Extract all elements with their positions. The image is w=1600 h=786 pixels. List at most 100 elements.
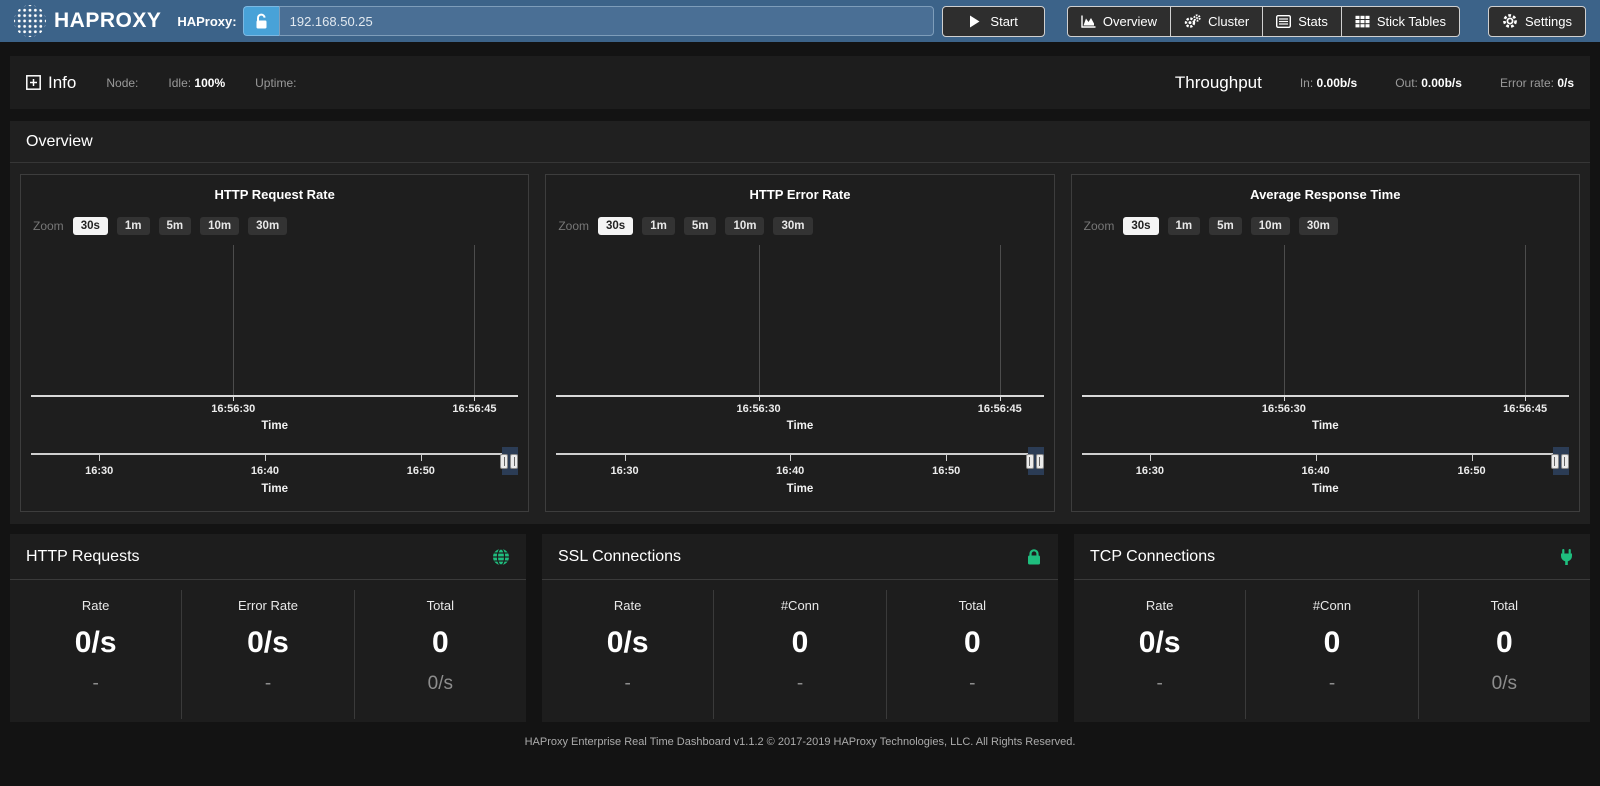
stat-column: Rate 0/s - xyxy=(10,590,181,719)
stat-column: Total 0 0/s xyxy=(1418,590,1590,719)
stat-value: 0 xyxy=(714,626,885,660)
gridline xyxy=(474,245,475,395)
chart-title: HTTP Request Rate xyxy=(21,187,528,202)
x-axis-labels: 16:56:30 16:56:45 xyxy=(1082,403,1569,416)
zoom-button-5m[interactable]: 5m xyxy=(1209,217,1242,235)
navigator-tick-label: 16:40 xyxy=(776,465,804,477)
stat-value: 0 xyxy=(355,626,526,660)
zoom-controls: Zoom 30s 1m 5m 10m 30m xyxy=(1084,217,1579,235)
stat-column: Total 0 0/s xyxy=(354,590,526,719)
navigator-axis-line xyxy=(31,453,518,455)
stat-value: 0 xyxy=(887,626,1058,660)
zoom-label: Zoom xyxy=(558,219,589,233)
card-header: HTTP Requests xyxy=(10,534,526,580)
start-button-label: Start xyxy=(990,14,1017,29)
stat-column: Error Rate 0/s - xyxy=(181,590,353,719)
zoom-button-10m[interactable]: 10m xyxy=(725,217,764,235)
plug-icon xyxy=(1559,549,1574,566)
axis-tick xyxy=(1000,395,1001,401)
navigator-left-handle[interactable] xyxy=(500,454,508,469)
navigator-tick xyxy=(99,455,100,461)
card-tcp-connections: TCP Connections Rate 0/s - #Conn 0 - Tot… xyxy=(1074,534,1590,722)
nav-button-cluster[interactable]: Cluster xyxy=(1171,6,1263,37)
nav-button-stick-tables[interactable]: Stick Tables xyxy=(1342,6,1460,37)
zoom-button-30s[interactable]: 30s xyxy=(73,217,108,235)
zoom-button-5m[interactable]: 5m xyxy=(159,217,192,235)
globe-icon xyxy=(492,548,510,566)
gridline xyxy=(1000,245,1001,395)
navigator-axis-title: Time xyxy=(31,483,518,495)
navigator-tick-label: 16:50 xyxy=(407,465,435,477)
zoom-button-10m[interactable]: 10m xyxy=(200,217,239,235)
nav-button-cluster-label: Cluster xyxy=(1208,14,1249,29)
card-title: HTTP Requests xyxy=(26,548,140,566)
stat-sub-value: 0/s xyxy=(355,673,526,695)
info-title: Info xyxy=(48,73,76,93)
navigator-tick-label: 16:40 xyxy=(251,465,279,477)
play-icon xyxy=(969,15,980,28)
navigator-left-handle[interactable] xyxy=(1551,454,1559,469)
chart-title: Average Response Time xyxy=(1072,187,1579,202)
stat-value: 0 xyxy=(1419,626,1590,660)
gridline xyxy=(1525,245,1526,395)
throughput-out: Out: 0.00b/s xyxy=(1395,76,1462,90)
axis-tick xyxy=(759,395,760,401)
address-label: HAProxy: xyxy=(177,14,236,29)
nav-button-group: Overview Cluster Stats Stick Tables xyxy=(1067,6,1460,37)
stat-value: 0 xyxy=(1246,626,1417,660)
throughput-title: Throughput xyxy=(1175,73,1262,93)
expand-info-button[interactable]: Info xyxy=(26,73,76,93)
address-input[interactable] xyxy=(279,6,935,36)
top-navbar: HAPROXY HAProxy: Start Overview Cluster xyxy=(0,0,1600,42)
navigator-right-handle[interactable] xyxy=(1036,454,1044,469)
stat-column: #Conn 0 - xyxy=(1245,590,1417,719)
navigator-axis-title: Time xyxy=(1082,483,1569,495)
zoom-button-5m[interactable]: 5m xyxy=(684,217,717,235)
stat-sub-value: - xyxy=(1074,673,1245,695)
x-axis-tick-label: 16:56:45 xyxy=(978,403,1022,415)
gear-icon xyxy=(1502,13,1518,29)
zoom-button-30m[interactable]: 30m xyxy=(773,217,812,235)
lock-icon xyxy=(1026,548,1042,566)
navigator-right-handle[interactable] xyxy=(510,454,518,469)
chart-navigator: 16:30 16:40 16:50 Time xyxy=(31,447,518,499)
zoom-button-1m[interactable]: 1m xyxy=(642,217,675,235)
settings-button[interactable]: Settings xyxy=(1488,6,1586,37)
lock-button[interactable] xyxy=(243,6,279,36)
nav-button-overview[interactable]: Overview xyxy=(1067,6,1171,37)
zoom-label: Zoom xyxy=(1084,219,1115,233)
zoom-button-30m[interactable]: 30m xyxy=(248,217,287,235)
x-axis-labels: 16:56:30 16:56:45 xyxy=(31,403,518,416)
card-body: Rate 0/s - #Conn 0 - Total 0 - xyxy=(542,580,1058,719)
start-button[interactable]: Start xyxy=(942,6,1044,37)
nav-button-stats[interactable]: Stats xyxy=(1263,6,1342,37)
settings-button-label: Settings xyxy=(1525,14,1572,29)
uptime-label: Uptime: xyxy=(255,76,296,90)
nav-button-stick-tables-label: Stick Tables xyxy=(1377,14,1446,29)
chart-navigator: 16:30 16:40 16:50 Time xyxy=(1082,447,1569,499)
zoom-button-1m[interactable]: 1m xyxy=(117,217,150,235)
zoom-button-30s[interactable]: 30s xyxy=(1123,217,1158,235)
navigator-tick xyxy=(265,455,266,461)
stat-sub-value: - xyxy=(714,673,885,695)
card-title: SSL Connections xyxy=(558,548,681,566)
zoom-button-10m[interactable]: 10m xyxy=(1251,217,1290,235)
zoom-button-30s[interactable]: 30s xyxy=(598,217,633,235)
axis-tick xyxy=(1525,395,1526,401)
navigator-tick xyxy=(946,455,947,461)
throughput-in: In: 0.00b/s xyxy=(1300,76,1357,90)
zoom-button-30m[interactable]: 30m xyxy=(1299,217,1338,235)
stat-label: Rate xyxy=(542,598,713,613)
navigator-right-handle[interactable] xyxy=(1561,454,1569,469)
navigator-left-handle[interactable] xyxy=(1026,454,1034,469)
haproxy-logo-icon xyxy=(14,5,46,37)
zoom-label: Zoom xyxy=(33,219,64,233)
navigator-axis-line xyxy=(1082,453,1569,455)
node-label: Node: xyxy=(106,76,138,90)
chart-plot-area xyxy=(1082,245,1569,397)
address-input-group xyxy=(243,6,935,36)
stat-sub-value: - xyxy=(1246,673,1417,695)
stat-value: 0/s xyxy=(542,626,713,660)
stat-column: Rate 0/s - xyxy=(1074,590,1245,719)
zoom-button-1m[interactable]: 1m xyxy=(1168,217,1201,235)
